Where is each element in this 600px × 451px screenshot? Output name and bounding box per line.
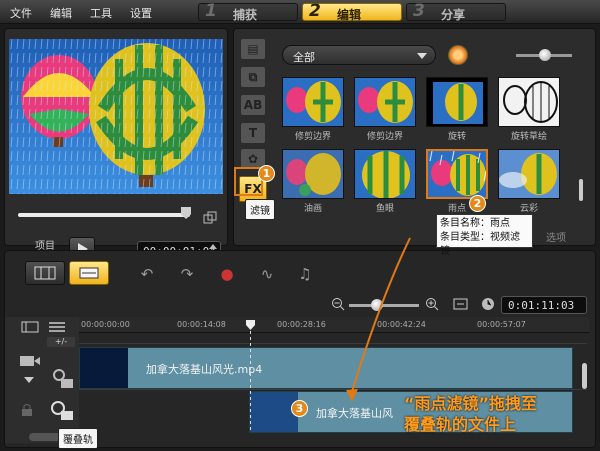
step-badge-2: 2: [469, 195, 486, 212]
step-badge-1: 1: [258, 165, 275, 182]
instruction-text: “雨点滤镜”拖拽至 覆叠轨的文件上: [404, 393, 537, 435]
step-badge-3: 3: [291, 400, 308, 417]
tooltip-type-line: 条目类型：视频滤镜: [440, 232, 520, 257]
item-tooltip: 条目名称：雨点 条目类型：视频滤镜: [436, 214, 533, 257]
tooltip-name-line: 条目名称：雨点: [440, 218, 510, 229]
overlay-track-callout: 覆叠轨: [58, 428, 98, 449]
filter-callout: 滤镜: [245, 199, 275, 220]
instruction-line-2: 覆叠轨的文件上: [404, 415, 517, 434]
instruction-line-1: “雨点滤镜”拖拽至: [404, 394, 538, 413]
